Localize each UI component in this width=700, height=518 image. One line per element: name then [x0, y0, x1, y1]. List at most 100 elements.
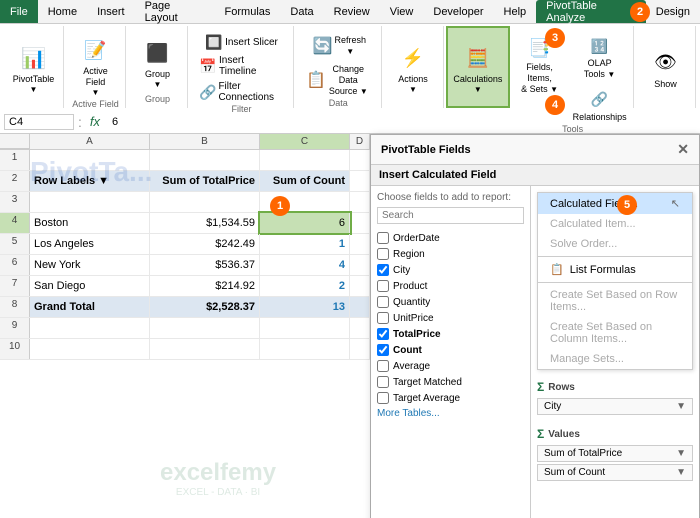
cell-b9[interactable]	[150, 318, 260, 338]
cell-a2[interactable]: Row Labels ▼	[30, 171, 150, 191]
active-field-button[interactable]: 📝 ActiveField ▼	[74, 32, 118, 99]
tab-file[interactable]: File	[0, 0, 38, 23]
badge-5: 5	[617, 195, 637, 215]
insert-timeline-button[interactable]: 📅 Insert Timeline	[196, 54, 287, 78]
cell-c7[interactable]: 2	[260, 276, 350, 296]
field-orderdate[interactable]: OrderDate	[377, 230, 524, 246]
cell-b8[interactable]: $2,528.37	[150, 297, 260, 317]
cell-d7[interactable]	[350, 276, 370, 296]
panel-header: PivotTable Fields ✕	[371, 135, 699, 165]
calculated-field-item[interactable]: Calculated Field... ↖	[538, 193, 692, 214]
field-unitprice[interactable]: UnitPrice	[377, 310, 524, 326]
tab-view[interactable]: View	[380, 0, 424, 23]
cell-c8[interactable]: 13	[260, 297, 350, 317]
values-count-item[interactable]: Sum of Count ▼	[537, 464, 693, 481]
calculations-button[interactable]: 🧮 Calculations ▼	[449, 40, 506, 96]
slicer-label: Insert Slicer	[225, 37, 278, 48]
field-region[interactable]: Region	[377, 246, 524, 262]
tab-data[interactable]: Data	[280, 0, 323, 23]
cell-a1[interactable]	[30, 150, 150, 170]
list-formulas-item[interactable]: 📋 List Formulas	[538, 259, 692, 280]
cell-a4[interactable]: Boston	[30, 213, 150, 233]
cell-d10[interactable]	[350, 339, 370, 359]
actions-button[interactable]: ⚡ Actions ▼	[391, 40, 435, 96]
name-box[interactable]	[4, 114, 74, 130]
menu-separator-1	[538, 256, 692, 257]
col-C: C	[260, 134, 350, 149]
cell-a8[interactable]: Grand Total	[30, 297, 150, 317]
cell-b5[interactable]: $242.49	[150, 234, 260, 254]
field-totalprice[interactable]: TotalPrice	[377, 326, 524, 342]
cell-a7[interactable]: San Diego	[30, 276, 150, 296]
tab-developer[interactable]: Developer	[423, 0, 493, 23]
field-target-average[interactable]: Target Average	[377, 390, 524, 406]
cell-c4[interactable]: 6	[260, 213, 350, 233]
ribbon-group-data: 🔄 Refresh▼ 📋 Change DataSource ▼ Data	[296, 26, 382, 108]
values-totalprice-item[interactable]: Sum of TotalPrice ▼	[537, 445, 693, 462]
cell-c5[interactable]: 1	[260, 234, 350, 254]
tab-design[interactable]: Design	[646, 0, 700, 23]
tab-home[interactable]: Home	[38, 0, 87, 23]
cell-a6[interactable]: New York	[30, 255, 150, 275]
cell-c6[interactable]: 4	[260, 255, 350, 275]
field-average[interactable]: Average	[377, 358, 524, 374]
cell-c2[interactable]: Sum of Count	[260, 171, 350, 191]
change-data-source-button[interactable]: 📋 Change DataSource ▼	[302, 62, 375, 98]
values-section-title: Values	[537, 427, 693, 441]
calc-menu: Calculated Field... ↖ Calculated Item...…	[537, 192, 693, 370]
field-city[interactable]: City	[377, 262, 524, 278]
group-button[interactable]: ⬛ Group ▼	[136, 35, 180, 91]
cell-b4[interactable]: $1,534.59	[150, 213, 260, 233]
cell-d2[interactable]	[350, 171, 370, 191]
actions-icon: ⚡	[397, 42, 429, 74]
tab-insert[interactable]: Insert	[87, 0, 135, 23]
olap-tools-button[interactable]: 🔢 OLAPTools ▼	[569, 32, 631, 82]
cell-b7[interactable]: $214.92	[150, 276, 260, 296]
tab-page-layout[interactable]: Page Layout	[135, 0, 215, 23]
field-target-matched[interactable]: Target Matched	[377, 374, 524, 390]
cell-d8[interactable]	[350, 297, 370, 317]
cell-c1[interactable]	[260, 150, 350, 170]
tab-formulas[interactable]: Formulas	[215, 0, 281, 23]
cell-c9[interactable]	[260, 318, 350, 338]
insert-slicer-button[interactable]: 🔲 Insert Slicer	[202, 32, 281, 52]
cell-d4[interactable]	[350, 213, 370, 233]
cell-a9[interactable]	[30, 318, 150, 338]
panel-close-button[interactable]: ✕	[677, 141, 689, 158]
cell-b3[interactable]	[150, 192, 260, 212]
cell-d1[interactable]	[350, 150, 370, 170]
refresh-button[interactable]: 🔄 Refresh▼	[306, 32, 370, 60]
cell-a3[interactable]	[30, 192, 150, 212]
fields-search-input[interactable]	[377, 207, 524, 224]
cell-b2[interactable]: Sum of TotalPrice	[150, 171, 260, 191]
pivottable-button[interactable]: 📊 PivotTable ▼	[9, 40, 59, 96]
cell-b10[interactable]	[150, 339, 260, 359]
cell-b1[interactable]	[150, 150, 260, 170]
more-tables-link[interactable]: More Tables...	[377, 406, 524, 421]
cell-a10[interactable]	[30, 339, 150, 359]
field-count[interactable]: Count	[377, 342, 524, 358]
cell-d6[interactable]	[350, 255, 370, 275]
calculations-arrow: ▼	[474, 85, 482, 94]
relationships-button[interactable]: 🔗 Relationships	[569, 86, 631, 125]
show-button[interactable]: 👁 Show	[644, 45, 688, 92]
cell-d9[interactable]	[350, 318, 370, 338]
tab-help[interactable]: Help	[494, 0, 537, 23]
ribbon-tabs: File Home Insert Page Layout Formulas Da…	[0, 0, 700, 24]
cell-d3[interactable]	[350, 192, 370, 212]
cell-b6[interactable]: $536.37	[150, 255, 260, 275]
ribbon-group-filter: 🔲 Insert Slicer 📅 Insert Timeline 🔗 Filt…	[190, 26, 294, 108]
cell-a5[interactable]: Los Angeles	[30, 234, 150, 254]
filter-connections-button[interactable]: 🔗 Filter Connections	[196, 80, 287, 104]
cell-d5[interactable]	[350, 234, 370, 254]
panel-content: Choose fields to add to report: OrderDat…	[371, 186, 699, 518]
actions-arrow: ▼	[409, 85, 417, 94]
col-A: A	[30, 134, 150, 149]
cell-c10[interactable]	[260, 339, 350, 359]
timeline-label: Insert Timeline	[219, 55, 284, 77]
rows-city-item[interactable]: City ▼	[537, 398, 693, 415]
tab-review[interactable]: Review	[324, 0, 380, 23]
field-product[interactable]: Product	[377, 278, 524, 294]
field-quantity[interactable]: Quantity	[377, 294, 524, 310]
corner-cell	[0, 134, 30, 149]
